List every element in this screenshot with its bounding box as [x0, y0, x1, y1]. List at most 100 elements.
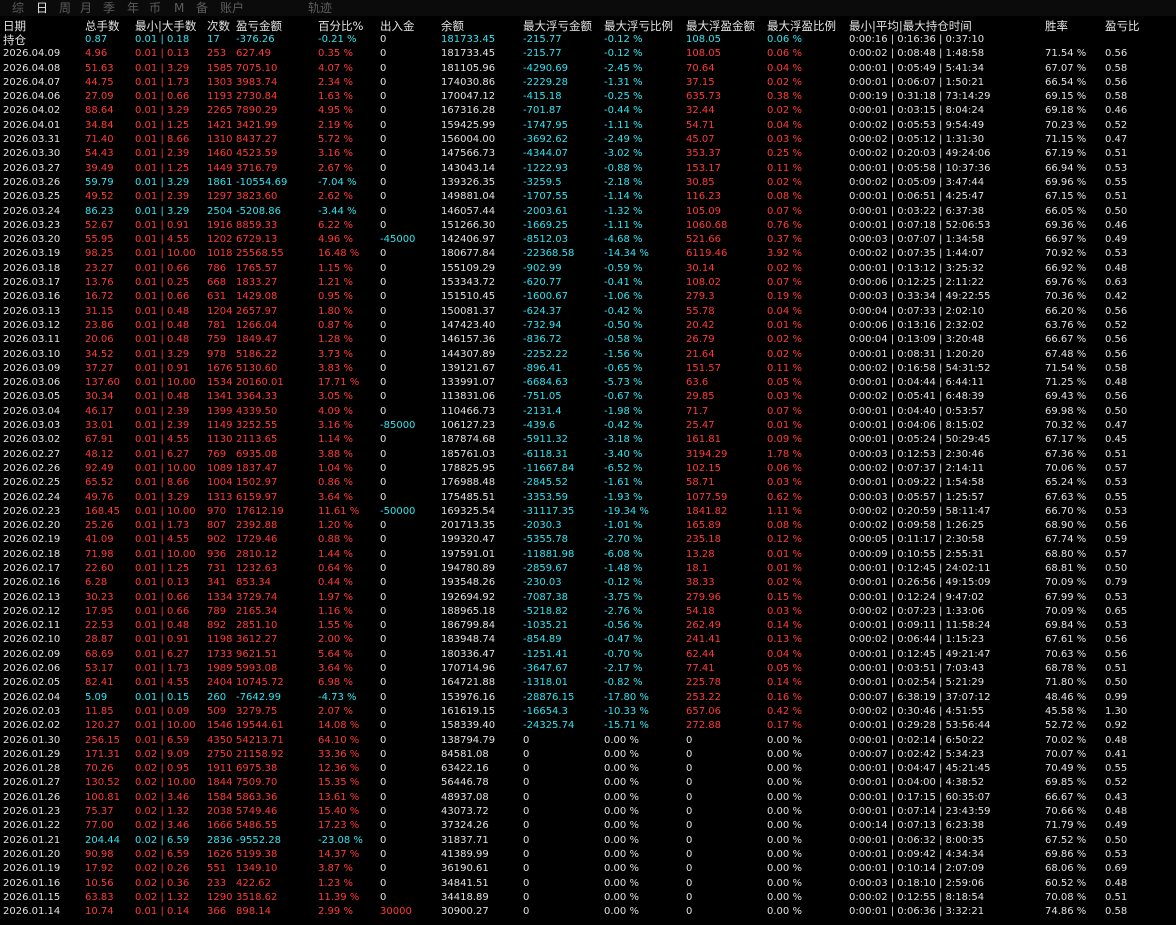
column-header-total-lots[interactable]: 总手数: [85, 19, 133, 33]
table-row[interactable]: 2026.01.15 63.83 0.02 | 1.32 1290 3518.62 11.…: [0, 891, 1176, 905]
tab-0[interactable]: 综: [12, 0, 24, 16]
table-row[interactable]: 2026.02.25 65.52 0.01 | 8.66 1004 1502.97 0.8…: [0, 476, 1176, 490]
table-row[interactable]: 2026.02.18 71.98 0.01 | 10.00 936 2810.12 1.4…: [0, 548, 1176, 562]
table-row[interactable]: 2026.01.21 204.44 0.02 | 6.59 2836 -9552.28 -…: [0, 834, 1176, 848]
table-row[interactable]: 2026.01.22 77.00 0.02 | 3.46 1666 5486.55 17.…: [0, 819, 1176, 833]
table-row[interactable]: 2026.04.01 34.84 0.01 | 1.25 1421 3421.99 2.1…: [0, 119, 1176, 133]
cell-win-rate: 67.63 %: [1045, 491, 1087, 503]
table-row[interactable]: 2026.03.26 59.79 0.01 | 3.29 1861 -10554.69 -…: [0, 176, 1176, 190]
cell-win-rate: 69.86 %: [1045, 848, 1087, 860]
table-row[interactable]: 2026.02.23 168.45 0.01 | 10.00 970 17612.19 1…: [0, 505, 1176, 519]
cell-max-float-profit: 0: [686, 877, 693, 889]
cell-deposit: 0: [380, 205, 387, 217]
column-header-percent[interactable]: 百分比%: [318, 19, 378, 33]
table-row[interactable]: 2026.03.23 52.67 0.01 | 0.91 1916 8859.33 6.2…: [0, 219, 1176, 233]
table-row[interactable]: 2026.02.11 22.53 0.01 | 0.48 892 2851.10 1.55…: [0, 619, 1176, 633]
table-row[interactable]: 2026.01.14 10.74 0.01 | 0.14 366 898.14 2.99 …: [0, 905, 1176, 919]
column-header-date[interactable]: 日期: [3, 19, 83, 33]
table-row[interactable]: 2026.03.17 13.76 0.01 | 0.25 668 1833.27 1.21…: [0, 276, 1176, 290]
column-header-min-max-lots[interactable]: 最小|大手数: [135, 19, 205, 33]
table-row[interactable]: 2026.01.20 90.98 0.02 | 6.59 1626 5199.38 14.…: [0, 848, 1176, 862]
table-row[interactable]: 2026.03.24 86.23 0.01 | 3.29 2504 -5208.86 -3…: [0, 205, 1176, 219]
tab-6[interactable]: 币: [149, 0, 161, 16]
table-row[interactable]: 2026.03.25 49.52 0.01 | 2.39 1297 3823.60 2.6…: [0, 190, 1176, 204]
table-row[interactable]: 2026.01.23 75.37 0.02 | 1.32 2038 5749.46 15.…: [0, 805, 1176, 819]
tab-7[interactable]: M: [174, 0, 184, 16]
column-header-win-rate[interactable]: 胜率: [1045, 19, 1103, 33]
tab-4[interactable]: 季: [103, 0, 115, 16]
table-row[interactable]: 2026.01.16 10.56 0.02 | 0.36 233 422.62 1.23 …: [0, 877, 1176, 891]
cell-balance: 41389.99: [441, 848, 489, 860]
table-row[interactable]: 2026.03.03 33.01 0.01 | 2.39 1149 3252.55 3.1…: [0, 419, 1176, 433]
cell-deposit: 30000: [380, 906, 412, 918]
column-header-balance[interactable]: 余额: [441, 19, 521, 33]
table-row[interactable]: 2026.02.10 28.87 0.01 | 0.91 1198 3612.27 2.0…: [0, 633, 1176, 647]
table-row[interactable]: 2026.03.30 54.43 0.01 | 2.39 1460 4523.59 3.1…: [0, 147, 1176, 161]
table-row[interactable]: 2026.03.04 46.17 0.01 | 2.39 1399 4339.50 4.0…: [0, 405, 1176, 419]
table-row[interactable]: 2026.02.09 68.69 0.01 | 6.27 1733 9621.51 5.6…: [0, 648, 1176, 662]
table-row[interactable]: 2026.03.12 23.86 0.01 | 0.48 781 1266.04 0.87…: [0, 319, 1176, 333]
table-row[interactable]: 2026.01.29 171.31 0.02 | 9.09 2750 21158.92 3…: [0, 748, 1176, 762]
column-header-max-float-profit-ratio[interactable]: 最大浮盈比例: [767, 19, 847, 33]
column-header-hold-time[interactable]: 最小|平均|最大持仓时间: [849, 19, 1044, 33]
table-row[interactable]: 2026.02.13 30.23 0.01 | 0.66 1334 3729.74 1.9…: [0, 591, 1176, 605]
table-row[interactable]: 2026.03.11 20.06 0.01 | 0.48 759 1849.47 1.28…: [0, 333, 1176, 347]
column-header-deposit[interactable]: 出入金: [380, 19, 438, 33]
table-row[interactable]: 2026.03.05 30.34 0.01 | 0.48 1341 3364.33 3.0…: [0, 390, 1176, 404]
table-row[interactable]: 2026.03.19 98.25 0.01 | 10.00 1018 25568.55 1…: [0, 247, 1176, 261]
table-row[interactable]: 2026.01.27 130.52 0.02 | 10.00 1844 7509.70 1…: [0, 776, 1176, 790]
table-row[interactable]: 2026.03.27 39.49 0.01 | 1.25 1449 3716.79 2.6…: [0, 162, 1176, 176]
table-row[interactable]: 2026.02.26 92.49 0.01 | 10.00 1089 1837.47 1.…: [0, 462, 1176, 476]
table-row[interactable]: 2026.03.06 137.60 0.01 | 10.00 1534 20160.01…: [0, 376, 1176, 390]
table-row[interactable]: 2026.02.02 120.27 0.01 | 10.00 1546 19544.61…: [0, 719, 1176, 733]
table-row[interactable]: 2026.03.10 34.52 0.01 | 3.29 978 5186.22 3.73…: [0, 348, 1176, 362]
table-row[interactable]: 2026.03.13 31.15 0.01 | 0.48 1204 2657.97 1.8…: [0, 305, 1176, 319]
tab-9[interactable]: 账户: [220, 0, 244, 16]
table-row[interactable]: 2026.02.04 5.09 0.01 | 0.15 260 -7642.99 -4.7…: [0, 691, 1176, 705]
table-row[interactable]: 2026.03.09 37.27 0.01 | 0.91 1676 5130.60 3.8…: [0, 362, 1176, 376]
tab-1[interactable]: 日: [36, 0, 48, 16]
cell-win-rate: 70.02 %: [1045, 734, 1087, 746]
table-row[interactable]: 2026.01.28 70.26 0.02 | 0.95 1911 6975.38 12.…: [0, 762, 1176, 776]
column-header-max-float-profit[interactable]: 最大浮盈金额: [686, 19, 766, 33]
cell-count: 1149: [207, 420, 233, 432]
table-row[interactable]: 2026.01.30 256.15 0.01 | 6.59 4350 54213.71 6…: [0, 734, 1176, 748]
cell-balance: 56446.78: [441, 777, 489, 789]
table-row[interactable]: 2026.04.02 88.64 0.01 | 3.29 2265 7890.29 4.9…: [0, 104, 1176, 118]
table-row[interactable]: 2026.03.02 67.91 0.01 | 4.55 1130 2113.65 1.1…: [0, 433, 1176, 447]
table-row[interactable]: 2026.03.18 23.27 0.01 | 0.66 786 1765.57 1.15…: [0, 262, 1176, 276]
cell-max-float-profit: 165.89: [686, 520, 721, 532]
cell-max-float-profit-ratio: 0.04 %: [767, 648, 802, 660]
tab-10[interactable]: 轨迹: [308, 0, 332, 16]
table-row[interactable]: 2026.02.16 6.28 0.01 | 0.13 341 853.34 0.44 %…: [0, 576, 1176, 590]
table-row[interactable]: 2026.02.03 11.85 0.01 | 0.09 509 3279.75 2.07…: [0, 705, 1176, 719]
table-row[interactable]: 2026.04.08 51.63 0.01 | 3.29 1585 7075.10 4.0…: [0, 62, 1176, 76]
tab-3[interactable]: 月: [80, 0, 92, 16]
table-row[interactable]: 2026.04.09 4.96 0.01 | 0.13 253 627.49 0.35 %…: [0, 47, 1176, 61]
table-row[interactable]: 2026.04.07 44.75 0.01 | 1.73 1303 3983.74 2.3…: [0, 76, 1176, 90]
tab-2[interactable]: 周: [59, 0, 71, 16]
cell-date: 2026.03.04: [3, 405, 61, 417]
tab-8[interactable]: 备: [196, 0, 208, 16]
column-header-pl-ratio[interactable]: 盈亏比: [1105, 19, 1165, 33]
table-row[interactable]: 2026.01.26 100.81 0.02 | 3.46 1584 5863.36 13…: [0, 791, 1176, 805]
table-row[interactable]: 2026.02.06 53.17 0.01 | 1.73 1989 5993.08 3.6…: [0, 662, 1176, 676]
table-row[interactable]: 2026.02.19 41.09 0.01 | 4.55 902 1729.46 0.88…: [0, 533, 1176, 547]
table-row[interactable]: 2026.03.31 71.40 0.01 | 8.66 1310 8437.27 5.7…: [0, 133, 1176, 147]
table-row[interactable]: 2026.01.19 17.92 0.02 | 0.26 551 1349.10 3.87…: [0, 862, 1176, 876]
table-row[interactable]: 2026.02.12 17.95 0.01 | 0.66 789 2165.34 1.16…: [0, 605, 1176, 619]
column-header-count[interactable]: 次数: [207, 19, 235, 33]
table-row[interactable]: 2026.04.06 27.09 0.01 | 0.66 1193 2730.84 1.6…: [0, 90, 1176, 104]
column-header-max-float-loss[interactable]: 最大浮亏金额: [523, 19, 603, 33]
table-row[interactable]: 2026.02.05 82.41 0.01 | 4.55 2404 10745.72 6.…: [0, 676, 1176, 690]
table-row[interactable]: 2026.03.20 55.95 0.01 | 4.55 1202 6729.13 4.9…: [0, 233, 1176, 247]
table-row[interactable]: 2026.03.16 16.72 0.01 | 0.66 631 1429.08 0.95…: [0, 290, 1176, 304]
table-row[interactable]: 2026.02.27 48.12 0.01 | 6.27 769 6935.08 3.88…: [0, 448, 1176, 462]
column-header-pnl-amount[interactable]: 盈亏金额: [236, 19, 316, 33]
cell-max-float-loss-ratio: -0.47 %: [604, 634, 643, 646]
tab-5[interactable]: 年: [127, 0, 139, 16]
table-row[interactable]: 2026.02.20 25.26 0.01 | 1.73 807 2392.88 1.20…: [0, 519, 1176, 533]
table-row[interactable]: 2026.02.24 49.76 0.01 | 3.29 1313 6159.97 3.6…: [0, 491, 1176, 505]
table-row[interactable]: 2026.02.17 22.60 0.01 | 1.25 731 1232.63 0.64…: [0, 562, 1176, 576]
column-header-max-float-loss-ratio[interactable]: 最大浮亏比例: [604, 19, 684, 33]
